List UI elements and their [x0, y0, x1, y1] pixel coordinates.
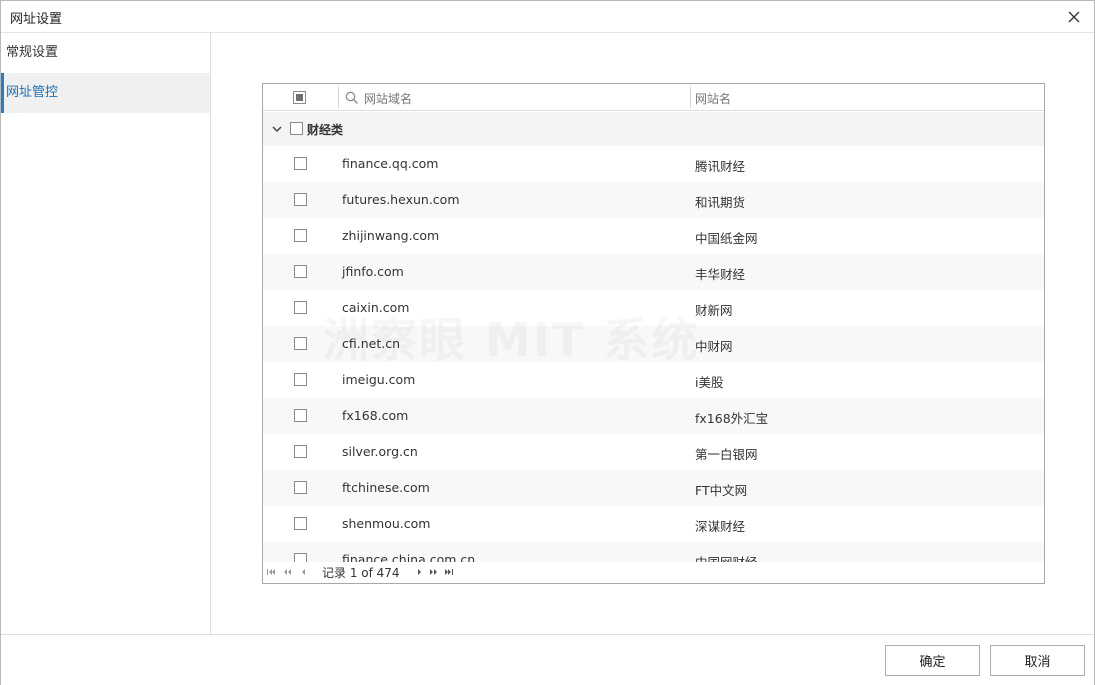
row-domain: futures.hexun.com [342, 192, 460, 207]
row-site-name: 腾讯财经 [695, 159, 746, 174]
row-checkbox[interactable] [294, 157, 307, 170]
group-label: 财经类 [307, 123, 344, 137]
last-page-icon [445, 569, 453, 575]
sidebar-item-label: 常规设置 [6, 45, 59, 60]
first-page-icon [267, 569, 275, 575]
table-row[interactable]: shenmou.com 深谋财经 [263, 506, 1044, 542]
double-chevron-right-icon [429, 569, 437, 575]
row-checkbox[interactable] [294, 265, 307, 278]
column-divider [690, 87, 691, 108]
row-domain: fx168.com [342, 408, 409, 423]
row-domain: caixin.com [342, 300, 410, 315]
row-site-name: 中财网 [695, 339, 733, 354]
row-domain: finance.china.com.cn [342, 552, 476, 562]
row-checkbox[interactable] [294, 409, 307, 422]
table-row[interactable]: zhijinwang.com 中国纸金网 [263, 218, 1044, 254]
table-row[interactable]: ftchinese.com FT中文网 [263, 470, 1044, 506]
next-page-button[interactable] [413, 565, 425, 579]
group-row-finance: 财经类 [263, 112, 1044, 146]
row-checkbox[interactable] [294, 301, 307, 314]
grid-rows: finance.qq.com 腾讯财经 futures.hexun.com 和讯… [263, 146, 1044, 562]
row-site-name: fx168外汇宝 [695, 411, 769, 426]
ok-button[interactable]: 确定 [885, 645, 980, 676]
prev-page-button[interactable] [297, 565, 309, 579]
row-domain: imeigu.com [342, 372, 416, 387]
row-domain: silver.org.cn [342, 444, 418, 459]
sidebar: 常规设置 网址管控 [1, 33, 211, 634]
row-domain: zhijinwang.com [342, 228, 440, 243]
last-page-button[interactable] [443, 565, 455, 579]
close-button[interactable] [1062, 5, 1086, 29]
title-bar: 网址设置 [1, 1, 1094, 33]
row-checkbox[interactable] [294, 373, 307, 386]
table-row[interactable]: imeigu.com i美股 [263, 362, 1044, 398]
sidebar-item-label: 网址管控 [6, 85, 59, 100]
prev-block-button[interactable] [281, 565, 293, 579]
row-checkbox[interactable] [294, 517, 307, 530]
url-grid: 网站域名 网站名 财经类 finance.qq.com 腾讯财经 futures… [262, 83, 1045, 584]
close-icon [1068, 11, 1080, 23]
row-site-name: 中国网财经 [695, 552, 758, 562]
table-row[interactable]: finance.qq.com 腾讯财经 [263, 146, 1044, 182]
double-chevron-left-icon [283, 569, 291, 575]
row-site-name: 和讯期货 [695, 195, 746, 210]
chevron-down-icon[interactable] [271, 123, 283, 135]
row-domain: cfi.net.cn [342, 336, 401, 351]
next-block-button[interactable] [427, 565, 439, 579]
site-name-column-header[interactable]: 网站名 [695, 90, 731, 107]
row-site-name: 深谋财经 [695, 519, 746, 534]
row-domain: ftchinese.com [342, 480, 430, 495]
row-checkbox[interactable] [294, 445, 307, 458]
column-divider [338, 87, 339, 108]
row-site-name: 财新网 [695, 303, 733, 318]
table-row[interactable]: finance.china.com.cn 中国网财经 [263, 542, 1044, 562]
row-domain: shenmou.com [342, 516, 431, 531]
grid-header: 网站域名 网站名 [263, 84, 1044, 111]
table-row[interactable]: caixin.com 财新网 [263, 290, 1044, 326]
dialog-footer: 确定 取消 [1, 634, 1094, 685]
row-checkbox[interactable] [294, 553, 307, 562]
record-counter: 记录 1 of 474 [322, 566, 400, 580]
row-domain: finance.qq.com [342, 156, 439, 171]
row-domain: jfinfo.com [342, 264, 404, 279]
row-site-name: FT中文网 [695, 483, 748, 498]
group-checkbox[interactable] [290, 122, 303, 135]
row-checkbox[interactable] [294, 481, 307, 494]
table-row[interactable]: jfinfo.com 丰华财经 [263, 254, 1044, 290]
table-row[interactable]: fx168.com fx168外汇宝 [263, 398, 1044, 434]
grid-pager: 记录 1 of 474 [263, 562, 1044, 583]
row-site-name: 第一白银网 [695, 447, 758, 462]
row-site-name: 丰华财经 [695, 267, 746, 282]
sidebar-item-general[interactable]: 常规设置 [1, 33, 210, 73]
window-title: 网址设置 [10, 12, 63, 27]
row-checkbox[interactable] [294, 193, 307, 206]
row-checkbox[interactable] [294, 229, 307, 242]
chevron-right-icon [417, 569, 421, 575]
search-icon [345, 91, 358, 104]
cancel-button[interactable]: 取消 [990, 645, 1085, 676]
row-site-name: 中国纸金网 [695, 231, 758, 246]
table-row[interactable]: silver.org.cn 第一白银网 [263, 434, 1044, 470]
table-row[interactable]: cfi.net.cn 中财网 [263, 326, 1044, 362]
first-page-button[interactable] [265, 565, 277, 579]
sidebar-item-url-control[interactable]: 网址管控 [1, 73, 210, 113]
row-site-name: i美股 [695, 375, 724, 390]
domain-filter-input[interactable]: 网站域名 [364, 90, 412, 107]
row-checkbox[interactable] [294, 337, 307, 350]
table-row[interactable]: futures.hexun.com 和讯期货 [263, 182, 1044, 218]
select-all-checkbox[interactable] [293, 91, 306, 104]
chevron-left-icon [301, 569, 305, 575]
settings-dialog: 网址设置 常规设置 网址管控 网站域名 网站名 财经类 finance.qq.c… [0, 0, 1095, 685]
